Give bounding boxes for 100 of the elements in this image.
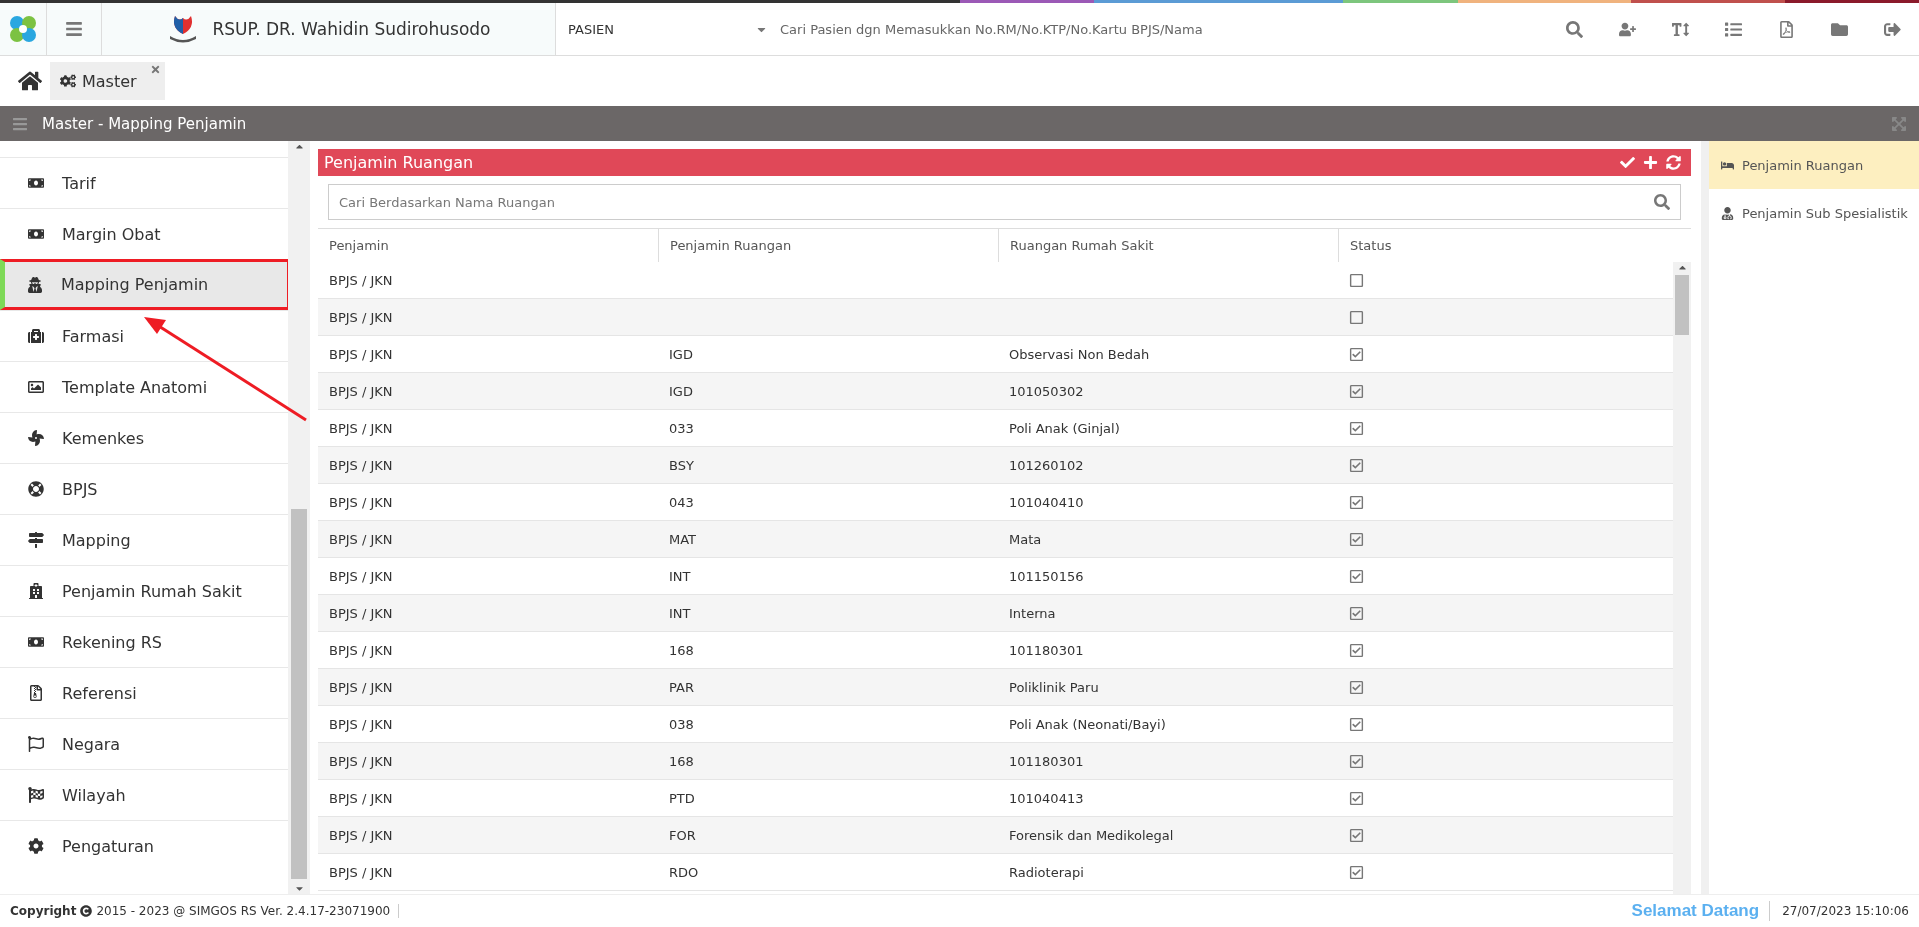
status-checkbox[interactable] [1349,531,1364,547]
status-checkbox[interactable] [1349,494,1364,510]
copyright-text: 2015 - 2023 @ SIMGOS RS Ver. 2.4.17-23071900 [96,904,400,918]
fan-icon [28,430,44,446]
text-height-icon[interactable] [1672,20,1689,38]
table-cell-text: 101260102 [1008,456,1085,475]
table-cell-text: 038 [668,715,695,734]
folder-icon[interactable] [1831,20,1848,38]
status-checkbox[interactable] [1349,272,1364,288]
table-cell-text: BPJS / JKN [328,271,394,290]
user-secret-icon [27,276,43,293]
table-cell-text: MAT [668,530,698,549]
welcome-text: Selamat Datang [1631,901,1771,921]
search-type-dropdown[interactable]: PASIEN [556,3,780,55]
table-cell-text: Observasi Non Bedah [1008,345,1151,364]
table-cell-text: BPJS / JKN [328,826,394,845]
table-cell-text: BPJS / JKN [328,567,394,586]
sidebar-item[interactable]: Mapping Penjamin [0,259,290,310]
table-cell-text: 101150156 [1008,567,1085,586]
gears-icon [60,73,76,89]
settings-icon [28,838,44,854]
status-checkbox[interactable] [1349,642,1364,658]
app-logo-icon [8,14,38,44]
status-checkbox[interactable] [1349,309,1364,325]
table-cell-text: 101050302 [1008,382,1085,401]
logout-icon[interactable] [1884,20,1901,38]
signpost-icon [28,532,44,548]
table-cell-text: Poli Anak (Neonati/Bayi) [1008,715,1167,734]
table-cell-text: BPJS / JKN [328,604,394,623]
patient-search-field[interactable]: Cari Pasien dgn Memasukkan No.RM/No.KTP/No.Kartu BPJS/Nama [780,3,1566,55]
table-cell-text: IGD [668,345,694,364]
table-cell-text: 101180301 [1008,641,1085,660]
table-cell-text: BPJS / JKN [328,530,394,549]
menu-button[interactable] [47,3,102,55]
datetime-text: 27/07/2023 15:10:06 [1781,904,1909,918]
status-checkbox[interactable] [1349,346,1364,362]
table-cell-text: Poli Anak (Ginjal) [1008,419,1121,438]
status-checkbox[interactable] [1349,790,1364,806]
home-icon[interactable] [18,69,42,93]
table-cell-text: 101040410 [1008,493,1085,512]
page-title: Master - Mapping Penjamin [42,114,248,133]
search-icon [1654,194,1670,210]
building-icon [28,583,44,599]
table-cell-text: BPJS / JKN [328,345,394,364]
close-icon[interactable] [149,64,161,75]
list-icon[interactable] [1725,20,1742,38]
table-cell-text: BPJS / JKN [328,752,394,771]
status-checkbox[interactable] [1349,457,1364,473]
side-menu-item[interactable]: Penjamin Ruangan [1709,141,1919,189]
tab[interactable]: Master [50,62,165,100]
table-cell-text: Radioterapi [1008,863,1085,882]
table-cell-text: Mata [1008,530,1043,549]
status-checkbox[interactable] [1349,679,1364,695]
table-cell-text: BPJS / JKN [328,382,394,401]
table-cell-text: IGD [668,382,694,401]
status-checkbox[interactable] [1349,383,1364,399]
table-cell-text: 168 [668,641,695,660]
doctor-icon [1721,206,1734,220]
status-checkbox[interactable] [1349,568,1364,584]
pdf-file-icon[interactable] [1778,20,1795,38]
hospital-name: RSUP. DR. Wahidin Sudirohusodo [212,19,491,39]
table-cell-text: Poliklinik Paru [1008,678,1100,697]
scroll-thumb[interactable] [291,509,307,879]
scrollbar[interactable] [1673,262,1691,894]
table-cell-text: PAR [668,678,695,697]
status-checkbox[interactable] [1349,827,1364,843]
banknote-icon [28,634,44,650]
table-cell-text: BPJS / JKN [328,789,394,808]
table-cell-text: BPJS / JKN [328,641,394,660]
table-cell-text: BPJS / JKN [328,493,394,512]
scroll-thumb[interactable] [1675,275,1689,335]
status-checkbox[interactable] [1349,753,1364,769]
table-cell-text: 168 [668,752,695,771]
table-cell-text: FOR [668,826,697,845]
table-cell-text: BPJS / JKN [328,308,394,327]
ring-icon [28,481,44,497]
status-checkbox[interactable] [1349,716,1364,732]
table-cell-text: BPJS / JKN [328,863,394,882]
medkit-icon [28,328,44,344]
table-cell-text: 033 [668,419,695,438]
search-icon[interactable] [1566,20,1583,38]
image-icon [28,379,44,395]
table-cell-text: PTD [668,789,696,808]
panel-title: Penjamin Ruangan [324,153,475,172]
table-cell-text: BPJS / JKN [328,678,394,697]
table-cell-text: 101040413 [1008,789,1085,808]
table-cell-text: Interna [1008,604,1057,623]
status-checkbox[interactable] [1349,605,1364,621]
file-icon [28,685,44,701]
status-checkbox[interactable] [1349,864,1364,880]
table-cell-text: INT [668,567,692,586]
scrollbar[interactable] [288,141,310,894]
table-cell-text: 043 [668,493,695,512]
flag-icon [28,736,44,752]
room-search-field[interactable]: Cari Berdasarkan Nama Ruangan [328,184,1681,220]
user-plus-icon[interactable] [1619,20,1636,38]
banknote-icon [28,175,44,191]
status-checkbox[interactable] [1349,420,1364,436]
banknote-icon [28,226,44,242]
table-cell-text: BPJS / JKN [328,715,394,734]
